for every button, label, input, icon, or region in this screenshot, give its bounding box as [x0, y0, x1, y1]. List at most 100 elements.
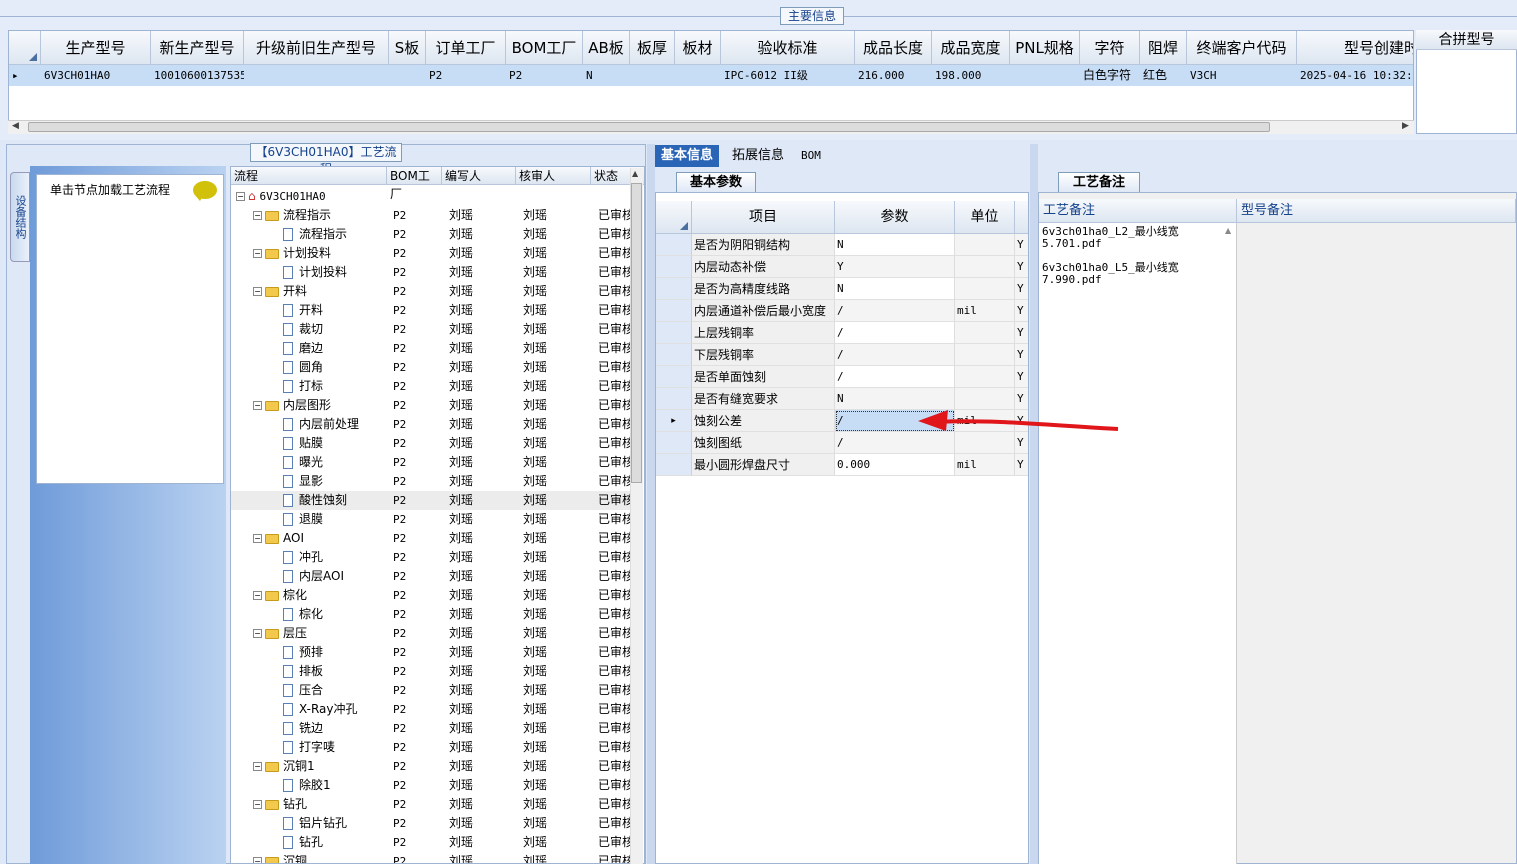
param-value-input[interactable]: Y	[835, 256, 955, 278]
tree-node[interactable]: − 计划投料 P2 刘瑶 刘瑶 已审核	[231, 244, 631, 263]
collapse-icon[interactable]: −	[253, 249, 262, 258]
collapse-icon[interactable]: −	[253, 534, 262, 543]
scroll-up-icon[interactable]: ▲	[632, 169, 638, 178]
grid-header-2[interactable]: 升级前旧生产型号	[244, 31, 389, 65]
param-row[interactable]: 最小圆形焊盘尺寸 0.000 mil Y	[656, 454, 1028, 476]
param-row[interactable]: 是否单面蚀刻 / Y	[656, 366, 1028, 388]
collapse-icon[interactable]: −	[253, 287, 262, 296]
grid-cell[interactable]: IPC-6012 II级	[721, 65, 855, 86]
params-header-1[interactable]: 参数	[835, 201, 955, 234]
param-value-input[interactable]: 0.000	[835, 454, 955, 476]
tree-node[interactable]: 退膜 P2 刘瑶 刘瑶 已审核	[231, 510, 631, 529]
param-row-indicator[interactable]	[656, 388, 692, 410]
collapse-icon[interactable]: −	[253, 800, 262, 809]
grid-header-13[interactable]: 字符	[1080, 31, 1140, 65]
param-row-indicator[interactable]	[656, 454, 692, 476]
tree-node[interactable]: 流程指示 P2 刘瑶 刘瑶 已审核	[231, 225, 631, 244]
tree-node[interactable]: 钻孔 P2 刘瑶 刘瑶 已审核	[231, 833, 631, 852]
param-value-input[interactable]: /	[835, 300, 955, 322]
tree-node[interactable]: 显影 P2 刘瑶 刘瑶 已审核	[231, 472, 631, 491]
collapse-icon[interactable]: −	[236, 192, 245, 201]
param-row-indicator[interactable]	[656, 322, 692, 344]
tree-node[interactable]: 曝光 P2 刘瑶 刘瑶 已审核	[231, 453, 631, 472]
tree-header-2[interactable]: 编写人	[442, 167, 516, 185]
grid-header-5[interactable]: BOM工厂	[506, 31, 583, 65]
tree-node[interactable]: X-Ray冲孔 P2 刘瑶 刘瑶 已审核	[231, 700, 631, 719]
splitter-left[interactable]	[647, 144, 655, 864]
grid-header-15[interactable]: 终端客户代码	[1187, 31, 1297, 65]
grid-header-10[interactable]: 成品长度	[855, 31, 932, 65]
tree-node[interactable]: − 层压 P2 刘瑶 刘瑶 已审核	[231, 624, 631, 643]
grid-header-7[interactable]: 板厚	[630, 31, 675, 65]
param-row[interactable]: 下层残铜率 / Y	[656, 344, 1028, 366]
tree-node[interactable]: 计划投料 P2 刘瑶 刘瑶 已审核	[231, 263, 631, 282]
collapse-icon[interactable]: −	[253, 857, 262, 863]
notes-scroll-up-icon[interactable]: ▲	[1225, 226, 1231, 235]
param-value-input[interactable]: N	[835, 278, 955, 300]
tree-node[interactable]: 酸性蚀刻 P2 刘瑶 刘瑶 已审核	[231, 491, 631, 510]
grid-header-14[interactable]: 阻焊	[1140, 31, 1187, 65]
tree-node[interactable]: 除胶1 P2 刘瑶 刘瑶 已审核	[231, 776, 631, 795]
tab-basic-params[interactable]: 基本参数	[676, 172, 756, 192]
param-row-indicator[interactable]	[656, 432, 692, 454]
grid-cell[interactable]: 216.000	[855, 65, 932, 86]
tree-node[interactable]: 打标 P2 刘瑶 刘瑶 已审核	[231, 377, 631, 396]
param-value-input[interactable]: N	[835, 234, 955, 256]
param-row[interactable]: 是否为阴阳铜结构 N Y	[656, 234, 1028, 256]
grid-cell[interactable]	[675, 65, 721, 86]
grid-cell[interactable]	[244, 65, 389, 86]
param-row[interactable]: 内层动态补偿 Y Y	[656, 256, 1028, 278]
collapse-icon[interactable]: −	[253, 762, 262, 771]
scrollbar-thumb[interactable]	[28, 122, 1270, 132]
scroll-right-icon[interactable]: ▶	[1402, 121, 1409, 131]
param-row[interactable]: 是否为高精度线路 N Y	[656, 278, 1028, 300]
tree-node[interactable]: − 沉铜1 P2 刘瑶 刘瑶 已审核	[231, 757, 631, 776]
tree-node[interactable]: 贴膜 P2 刘瑶 刘瑶 已审核	[231, 434, 631, 453]
grid-cell[interactable]: 白色字符	[1080, 65, 1140, 86]
collapse-icon[interactable]: −	[253, 211, 262, 220]
param-row-indicator[interactable]	[656, 256, 692, 278]
tab-extended-info[interactable]: 拓展信息	[726, 145, 790, 167]
grid-header-8[interactable]: 板材	[675, 31, 721, 65]
param-value-input[interactable]: /	[835, 366, 955, 388]
tree-node[interactable]: − 钻孔 P2 刘瑶 刘瑶 已审核	[231, 795, 631, 814]
tree-node[interactable]: 内层前处理 P2 刘瑶 刘瑶 已审核	[231, 415, 631, 434]
grid-header-9[interactable]: 验收标准	[721, 31, 855, 65]
row-indicator-icon[interactable]: ▸	[9, 65, 41, 86]
param-row-indicator[interactable]	[656, 234, 692, 256]
param-row[interactable]: 内层通道补偿后最小宽度 / mil Y	[656, 300, 1028, 322]
tree-node[interactable]: 铣边 P2 刘瑶 刘瑶 已审核	[231, 719, 631, 738]
tree-node[interactable]: 圆角 P2 刘瑶 刘瑶 已审核	[231, 358, 631, 377]
tree-node[interactable]: 铝片钻孔 P2 刘瑶 刘瑶 已审核	[231, 814, 631, 833]
grid-cell[interactable]: 6V3CH01HA0	[41, 65, 151, 86]
grid-cell[interactable]: 198.000	[932, 65, 1010, 86]
grid-header-4[interactable]: 订单工厂	[426, 31, 506, 65]
tree-scrollbar-thumb[interactable]	[631, 183, 642, 483]
tree-root[interactable]: − ⌂ 6V3CH01HA0	[231, 187, 631, 206]
tab-basic-info[interactable]: 基本信息	[655, 145, 720, 167]
param-value-input[interactable]: /	[835, 322, 955, 344]
tree-node[interactable]: − 开料 P2 刘瑶 刘瑶 已审核	[231, 282, 631, 301]
grid-cell[interactable]: P2	[506, 65, 583, 86]
tree-node[interactable]: 棕化 P2 刘瑶 刘瑶 已审核	[231, 605, 631, 624]
grid-cell[interactable]: 10010600137535	[151, 65, 244, 86]
tree-header-1[interactable]: BOM工厂	[387, 167, 442, 201]
tree-node[interactable]: − 流程指示 P2 刘瑶 刘瑶 已审核	[231, 206, 631, 225]
grid-header-12[interactable]: PNL规格	[1010, 31, 1080, 65]
tree-node[interactable]: − AOI P2 刘瑶 刘瑶 已审核	[231, 529, 631, 548]
grid-cell[interactable]	[630, 65, 675, 86]
scroll-left-icon[interactable]: ◀	[12, 121, 19, 131]
param-row-indicator[interactable]: ▸	[656, 410, 692, 432]
tree-node[interactable]: − 棕化 P2 刘瑶 刘瑶 已审核	[231, 586, 631, 605]
grid-cell[interactable]: N	[583, 65, 630, 86]
grid-cell[interactable]	[389, 65, 426, 86]
tab-process-notes[interactable]: 工艺备注	[1058, 172, 1140, 192]
grid-cell[interactable]	[1010, 65, 1080, 86]
param-row[interactable]: 上层残铜率 / Y	[656, 322, 1028, 344]
vertical-tab-equipment[interactable]: 设备结构	[10, 172, 30, 262]
collapse-icon[interactable]: −	[253, 401, 262, 410]
grid-header-6[interactable]: AB板	[583, 31, 630, 65]
grid-header-1[interactable]: 新生产型号	[151, 31, 244, 65]
tree-node[interactable]: 打字唛 P2 刘瑶 刘瑶 已审核	[231, 738, 631, 757]
tree-node[interactable]: 内层AOI P2 刘瑶 刘瑶 已审核	[231, 567, 631, 586]
